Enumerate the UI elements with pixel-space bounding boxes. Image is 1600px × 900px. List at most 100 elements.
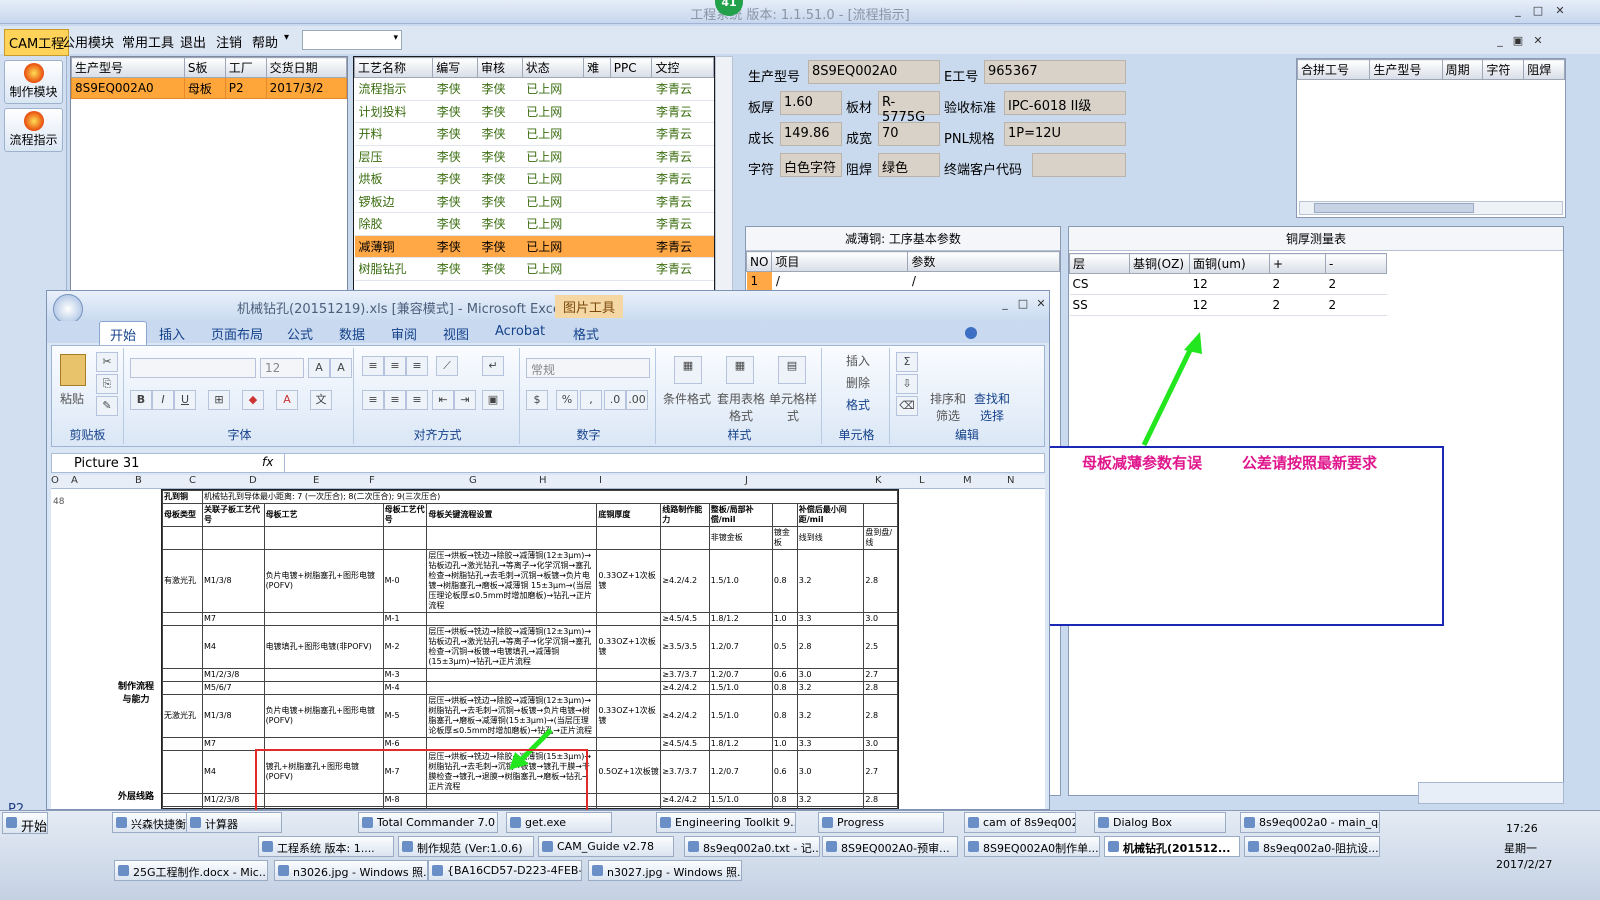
- mdi-minimize-button[interactable]: _: [1492, 34, 1508, 48]
- taskbar-button[interactable]: 8S9EQ002A0制作单...: [964, 836, 1100, 857]
- tab-acrobat[interactable]: Acrobat: [495, 324, 545, 339]
- grow-font-icon[interactable]: A: [308, 358, 330, 378]
- conditional-format-button[interactable]: 条件格式: [660, 390, 714, 407]
- sort-filter-button[interactable]: 排序和筛选: [928, 390, 968, 424]
- table-row[interactable]: 8S9EQ002A0 母板 P2 2017/3/2: [71, 77, 348, 99]
- taskbar-button[interactable]: CAM_Guide v2.78: [538, 836, 674, 857]
- comma-icon[interactable]: ,: [580, 390, 602, 410]
- tab-insert[interactable]: 插入: [159, 324, 185, 343]
- menu-common-modules[interactable]: 公用模块: [62, 32, 114, 51]
- column-letter[interactable]: H: [539, 475, 547, 486]
- menu-tools[interactable]: 常用工具: [122, 32, 174, 51]
- taskbar-button[interactable]: 制作规范 (Ver:1.0.6): [398, 836, 534, 857]
- italic-icon[interactable]: I: [152, 390, 174, 410]
- column-letter[interactable]: F: [369, 475, 375, 486]
- char-field[interactable]: 白色字符: [780, 153, 842, 177]
- column-header[interactable]: 生产型号: [71, 57, 185, 78]
- taskbar-button[interactable]: Dialog Box: [1094, 812, 1226, 833]
- tab-data[interactable]: 数据: [339, 324, 365, 343]
- underline-icon[interactable]: U: [174, 390, 196, 410]
- column-header[interactable]: 审核: [476, 57, 523, 78]
- column-header[interactable]: 文控: [651, 57, 714, 78]
- column-header[interactable]: 状态: [521, 57, 585, 78]
- menu-help[interactable]: 帮助: [252, 32, 278, 51]
- nav-flow-instruction[interactable]: 流程指示: [4, 108, 63, 152]
- merge-list-scrollbar[interactable]: [1299, 201, 1563, 215]
- table-row[interactable]: 层压 李侠 李侠 已上网 李青云: [354, 145, 714, 168]
- name-box[interactable]: Picture 31: [74, 456, 139, 471]
- column-letter[interactable]: L: [919, 475, 925, 486]
- tab-page-layout[interactable]: 页面布局: [211, 324, 263, 343]
- tab-view[interactable]: 视图: [443, 324, 469, 343]
- tab-formulas[interactable]: 公式: [287, 324, 313, 343]
- fill-icon[interactable]: ⇩: [896, 374, 918, 394]
- excel-minimize-button[interactable]: _: [997, 297, 1013, 311]
- column-header[interactable]: 层: [1069, 253, 1130, 274]
- table-row[interactable]: 1 / /: [746, 271, 1060, 290]
- customer-code-field[interactable]: [1032, 153, 1126, 177]
- taskbar-button[interactable]: 8s9eq002a0 - main_qa: [1240, 812, 1380, 833]
- taskbar-button[interactable]: {BA16CD57-D223-4FEB-...: [428, 860, 582, 881]
- increase-decimal-icon[interactable]: .0: [604, 390, 626, 410]
- font-size-input[interactable]: 12: [260, 358, 304, 378]
- column-letter[interactable]: G: [469, 475, 477, 486]
- fill-color-icon[interactable]: ◆: [242, 390, 264, 410]
- table-format-icon[interactable]: ▦: [726, 356, 754, 384]
- clear-icon[interactable]: ⌫: [896, 396, 918, 416]
- orientation-icon[interactable]: ⟋: [436, 356, 458, 376]
- paste-icon[interactable]: [60, 354, 86, 386]
- taskbar-button[interactable]: 机械钻孔(201512...: [1104, 836, 1240, 857]
- taskbar-button[interactable]: 计算器: [186, 812, 282, 833]
- align-top-icon[interactable]: ≡: [362, 356, 384, 376]
- font-color-icon[interactable]: A: [276, 390, 298, 410]
- column-letter[interactable]: J: [745, 475, 748, 486]
- cut-icon[interactable]: ✂: [96, 352, 118, 372]
- column-letter[interactable]: A: [71, 475, 78, 486]
- column-letter[interactable]: M: [963, 475, 972, 486]
- model-field[interactable]: 8S9EQ002A0: [808, 60, 940, 84]
- bold-icon[interactable]: B: [130, 390, 152, 410]
- table-row[interactable]: 计划投料 李侠 李侠 已上网 李青云: [354, 100, 714, 123]
- taskbar-button[interactable]: get.exe: [506, 812, 612, 833]
- excel-close-button[interactable]: ✕: [1033, 297, 1049, 311]
- table-row[interactable]: CS 12 2 2: [1069, 273, 1387, 295]
- taskbar-button[interactable]: 8s9eq002a0-阻抗设...: [1244, 836, 1380, 857]
- column-header[interactable]: 工艺名称: [354, 57, 434, 78]
- decrease-indent-icon[interactable]: ⇤: [432, 390, 454, 410]
- column-letter[interactable]: D: [249, 475, 257, 486]
- find-select-button[interactable]: 查找和选择: [972, 390, 1012, 424]
- menu-overflow-icon[interactable]: ▾: [284, 32, 289, 43]
- sum-icon[interactable]: Σ: [896, 352, 918, 372]
- office-button[interactable]: [53, 294, 83, 324]
- number-format-select[interactable]: 常规: [526, 358, 650, 378]
- shrink-font-icon[interactable]: A: [330, 358, 352, 378]
- column-header[interactable]: 字符: [1482, 59, 1525, 80]
- table-row[interactable]: 锣板边 李侠 李侠 已上网 李青云: [354, 190, 714, 213]
- column-letter[interactable]: B: [135, 475, 142, 486]
- column-header[interactable]: +: [1269, 253, 1326, 274]
- column-letter[interactable]: I: [599, 475, 602, 486]
- delete-cells-button[interactable]: 删除: [846, 374, 870, 391]
- column-header[interactable]: 工厂: [224, 57, 267, 78]
- merge-center-icon[interactable]: ▣: [482, 390, 504, 410]
- copy-icon[interactable]: ⎘: [96, 374, 118, 394]
- menu-cam[interactable]: CAM工程: [4, 29, 70, 56]
- table-row[interactable]: 树脂钻孔 李侠 李侠 已上网 李青云: [354, 257, 714, 281]
- column-header[interactable]: 合拼工号: [1296, 59, 1371, 80]
- mdi-restore-button[interactable]: ▣: [1510, 34, 1526, 48]
- paste-button[interactable]: 粘贴: [60, 390, 84, 407]
- minimize-button[interactable]: _: [1510, 4, 1526, 18]
- column-letter[interactable]: O: [51, 475, 59, 486]
- width-field[interactable]: 70: [878, 122, 940, 146]
- taskbar-button[interactable]: n3027.jpg - Windows 照...: [588, 860, 742, 881]
- border-icon[interactable]: ⊞: [208, 390, 230, 410]
- mask-field[interactable]: 绿色: [878, 153, 940, 177]
- standard-field[interactable]: IPC-6018 II级: [1004, 91, 1126, 115]
- excel-maximize-button[interactable]: □: [1015, 297, 1031, 311]
- column-header[interactable]: 周期: [1441, 59, 1484, 80]
- conditional-format-icon[interactable]: ▦: [674, 356, 702, 384]
- help-icon[interactable]: [965, 327, 977, 339]
- align-center-icon[interactable]: ≡: [384, 390, 406, 410]
- tab-home[interactable]: 开始: [99, 321, 148, 348]
- taskbar-button[interactable]: Total Commander 7.0 ...: [358, 812, 498, 833]
